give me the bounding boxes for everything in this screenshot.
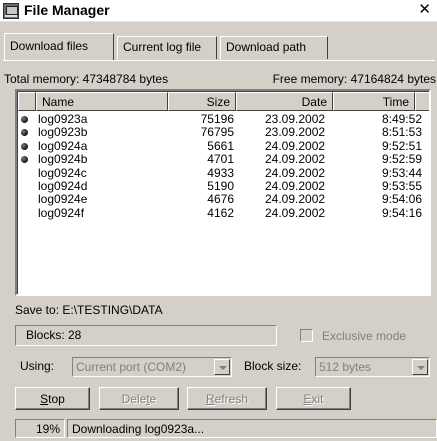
downloaded-marker-icon bbox=[21, 156, 28, 164]
free-memory-label: Free memory: 47164824 bytes bbox=[272, 72, 436, 86]
file-name-cell: log0924c bbox=[38, 165, 87, 180]
table-row[interactable]: log0924c 4933 24.09.2002 9:53:44 bbox=[18, 165, 429, 180]
file-size-cell: 4701 bbox=[207, 152, 234, 167]
title-bar: File Manager ✕ bbox=[0, 0, 437, 22]
save-to-label: Save to: E:\TESTING\DATA bbox=[15, 303, 163, 317]
chevron-down-icon[interactable] bbox=[412, 359, 428, 375]
file-date-cell: 23.09.2002 bbox=[265, 125, 326, 140]
memory-info: Total memory: 47348784 bytes Free memory… bbox=[4, 72, 436, 87]
window-title: File Manager bbox=[24, 2, 110, 18]
file-time-cell: 9:54:06 bbox=[381, 192, 422, 207]
file-name-cell: log0924b bbox=[38, 152, 88, 167]
exit-button-label: Exit bbox=[303, 392, 324, 406]
status-bar: 19% Downloading log0923a... bbox=[15, 419, 437, 438]
file-list[interactable]: Name Size Date Time log0923a 75196 23.09.2… bbox=[15, 89, 431, 296]
table-row[interactable]: log0923b 76795 23.09.2002 8:51:53 bbox=[18, 125, 429, 140]
downloaded-marker-icon bbox=[21, 116, 28, 123]
column-header-filler bbox=[415, 92, 429, 111]
file-name-cell: log0924d bbox=[38, 178, 88, 193]
file-time-cell: 9:52:51 bbox=[381, 138, 422, 153]
chevron-down-icon[interactable] bbox=[214, 359, 230, 375]
column-header-marker[interactable] bbox=[18, 92, 36, 111]
table-row[interactable]: log0924a 5661 24.09.2002 9:52:51 bbox=[18, 138, 429, 153]
tab-download-path[interactable]: Download path bbox=[220, 36, 328, 59]
file-time-cell: 9:52:59 bbox=[381, 152, 422, 167]
tab-download-files[interactable]: Download files bbox=[4, 33, 114, 60]
block-size-select[interactable]: 512 bytes bbox=[315, 357, 430, 377]
exit-button[interactable]: Exit bbox=[276, 387, 351, 410]
file-name-cell: log0924e bbox=[38, 192, 88, 207]
file-name-cell: log0924a bbox=[38, 138, 88, 153]
block-size-value: 512 bytes bbox=[319, 360, 372, 374]
file-date-cell: 24.09.2002 bbox=[265, 138, 326, 153]
tab-current-log-file[interactable]: Current log file bbox=[117, 36, 217, 59]
file-manager-app-icon bbox=[3, 3, 19, 19]
table-row[interactable]: log0924b 4701 24.09.2002 9:52:59 bbox=[18, 152, 429, 167]
file-date-cell: 24.09.2002 bbox=[265, 192, 326, 207]
file-date-cell: 24.09.2002 bbox=[265, 165, 326, 180]
file-size-cell: 5190 bbox=[207, 178, 234, 193]
stop-button[interactable]: Stop bbox=[15, 387, 90, 410]
column-header-date[interactable]: Date bbox=[236, 92, 333, 111]
column-header-name[interactable]: Name bbox=[36, 92, 168, 111]
file-list-rows: log0923a 75196 23.09.2002 8:49:52 log0923b 76… bbox=[18, 112, 429, 220]
file-date-cell: 24.09.2002 bbox=[265, 205, 326, 220]
total-memory-label: Total memory: 47348784 bytes bbox=[4, 72, 169, 86]
downloaded-marker-icon bbox=[21, 142, 28, 150]
refresh-button-label: Refresh bbox=[205, 392, 249, 406]
refresh-button[interactable]: Refresh bbox=[187, 387, 267, 410]
blocks-count: Blocks: 28 bbox=[15, 325, 277, 346]
file-date-cell: 24.09.2002 bbox=[265, 178, 326, 193]
file-date-cell: 23.09.2002 bbox=[265, 112, 326, 126]
stop-button-label: Stop bbox=[40, 392, 65, 406]
file-list-header: Name Size Date Time bbox=[18, 92, 429, 111]
file-size-cell: 5661 bbox=[207, 138, 234, 153]
port-select[interactable]: Current port (COM2) bbox=[72, 357, 232, 377]
delete-button-label: Delete bbox=[121, 392, 157, 406]
block-size-label: Block size: bbox=[244, 359, 302, 373]
file-time-cell: 9:54:16 bbox=[381, 205, 422, 220]
downloaded-marker-icon bbox=[21, 129, 28, 137]
file-size-cell: 75196 bbox=[200, 112, 234, 126]
file-time-cell: 9:53:55 bbox=[381, 178, 422, 193]
file-name-cell: log0924f bbox=[38, 205, 85, 220]
table-row[interactable]: log0924e 4676 24.09.2002 9:54:06 bbox=[18, 192, 429, 207]
port-select-value: Current port (COM2) bbox=[76, 360, 187, 374]
status-progress: 19% bbox=[15, 419, 65, 438]
exclusive-mode-label: Exclusive mode bbox=[322, 329, 407, 343]
table-row[interactable]: log0924f 4162 24.09.2002 9:54:16 bbox=[18, 205, 429, 220]
table-row[interactable]: log0923a 75196 23.09.2002 8:49:52 bbox=[18, 112, 429, 126]
column-header-time[interactable]: Time bbox=[333, 92, 415, 111]
file-size-cell: 4933 bbox=[207, 165, 234, 180]
file-time-cell: 8:51:53 bbox=[381, 125, 422, 140]
close-icon[interactable]: ✕ bbox=[418, 2, 431, 18]
using-label: Using: bbox=[20, 359, 55, 373]
exclusive-mode-checkbox[interactable] bbox=[300, 329, 313, 342]
file-name-cell: log0923b bbox=[38, 125, 88, 140]
column-header-size[interactable]: Size bbox=[168, 92, 236, 111]
file-size-cell: 4162 bbox=[207, 205, 234, 220]
file-time-cell: 9:53:44 bbox=[381, 165, 422, 180]
file-time-cell: 8:49:52 bbox=[381, 112, 422, 126]
status-message: Downloading log0923a... bbox=[67, 419, 437, 438]
file-date-cell: 24.09.2002 bbox=[265, 152, 326, 167]
file-size-cell: 76795 bbox=[200, 125, 234, 140]
tab-panel-border bbox=[3, 60, 435, 61]
table-row[interactable]: log0924d 5190 24.09.2002 9:53:55 bbox=[18, 178, 429, 193]
file-name-cell: log0923a bbox=[38, 112, 88, 126]
file-size-cell: 4676 bbox=[207, 192, 234, 207]
delete-button[interactable]: Delete bbox=[99, 387, 179, 410]
